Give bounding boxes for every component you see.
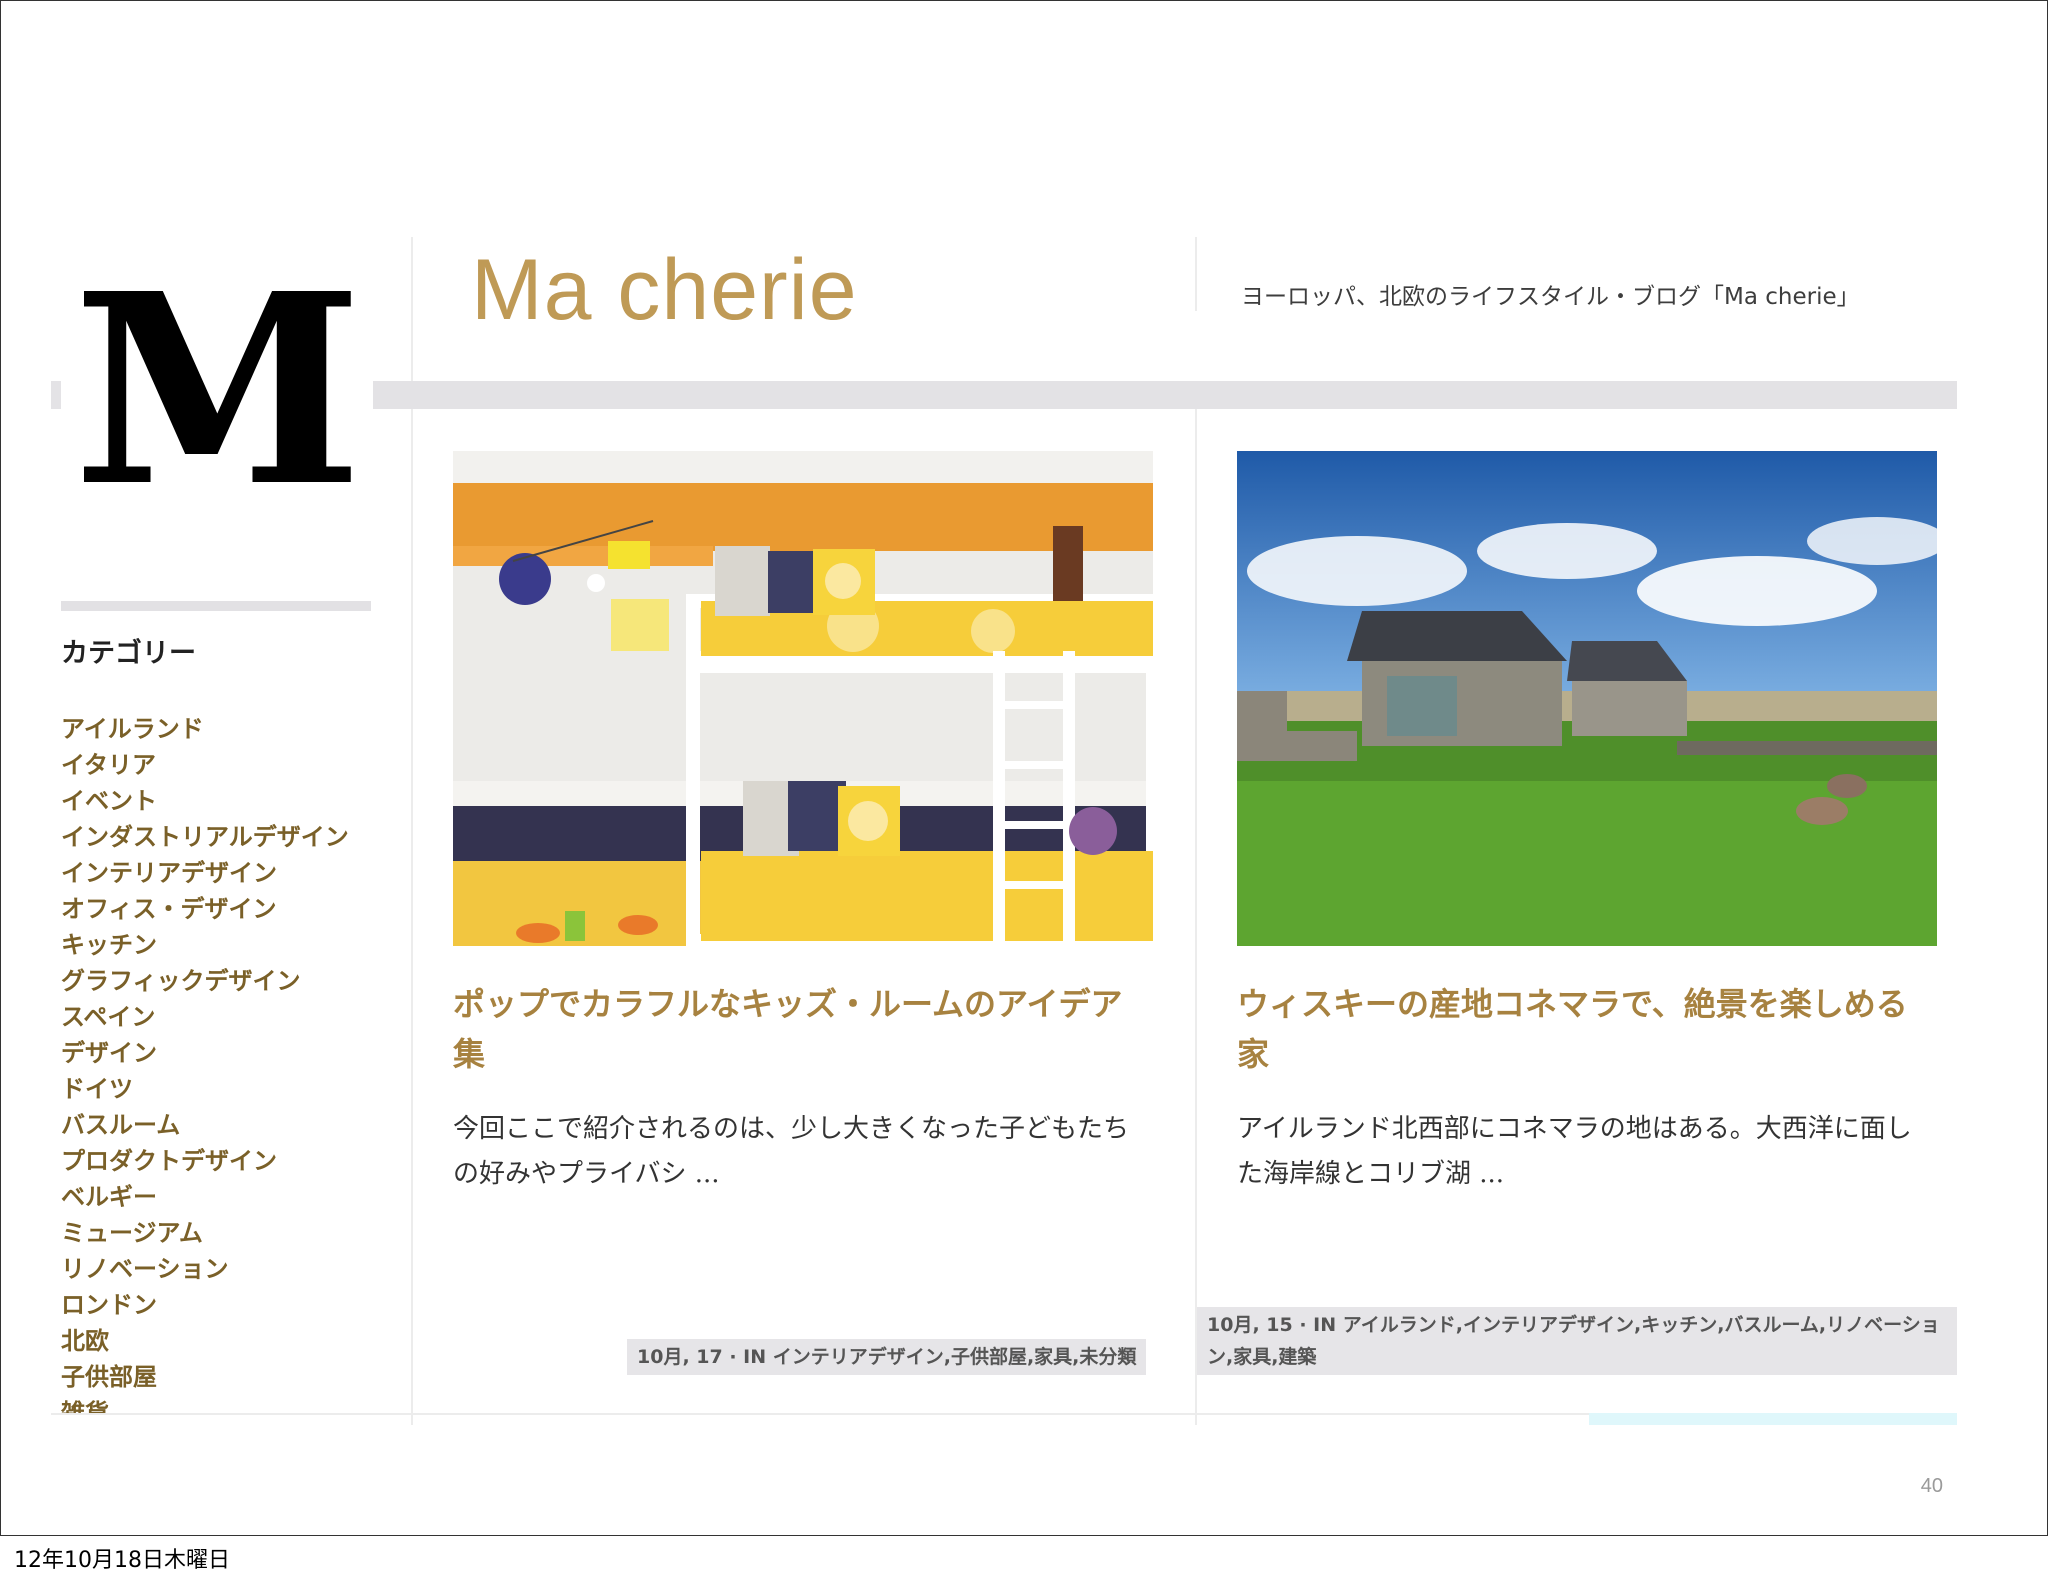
site-tagline: ヨーロッパ、北欧のライフスタイル・ブログ「Ma cherie」: [1241, 284, 1860, 310]
category-link[interactable]: スペイン: [61, 999, 401, 1035]
post-excerpt: 今回ここで紹介されるのは、少し大きくなった子どもたちの好みやプライバシ ...: [453, 1114, 1130, 1189]
footer-date: 12年10月18日木曜日: [14, 1548, 230, 1573]
post-image[interactable]: [453, 451, 1153, 946]
category-link[interactable]: ミュージアム: [61, 1215, 401, 1251]
kids-room-image: [453, 451, 1153, 946]
post-excerpt: アイルランド北西部にコネマラの地はある。大西洋に面した海岸線とコリブ湖 ...: [1237, 1114, 1912, 1189]
header-bar: [373, 381, 1957, 409]
column-divider: [411, 237, 413, 1425]
category-link[interactable]: リノベーション: [61, 1251, 401, 1287]
category-link[interactable]: オフィス・デザイン: [61, 891, 401, 927]
connemara-house-image: [1237, 451, 1937, 946]
category-list: アイルランド イタリア イベント インダストリアルデザイン インテリアデザイン …: [61, 711, 401, 1413]
logo-decoration: [51, 381, 61, 409]
bottom-accent-bar: [1589, 1413, 1957, 1425]
category-link[interactable]: キッチン: [61, 927, 401, 963]
sidebar-divider: [61, 601, 371, 611]
category-link[interactable]: ドイツ: [61, 1071, 401, 1107]
post-title[interactable]: ウィスキーの産地コネマラで、絶景を楽しめる家: [1237, 979, 1937, 1079]
column-divider: [1195, 409, 1197, 1425]
blog-logo[interactable]: M: [73, 259, 363, 521]
category-link[interactable]: 子供部屋: [61, 1359, 401, 1395]
category-link[interactable]: ベルギー: [61, 1179, 401, 1215]
category-link[interactable]: 北欧: [61, 1323, 401, 1359]
category-link[interactable]: デザイン: [61, 1035, 401, 1071]
category-link[interactable]: インダストリアルデザイン: [61, 819, 401, 855]
post-meta: 10月, 15 · IN アイルランド,インテリアデザイン,キッチン,バスルーム…: [1197, 1307, 1957, 1375]
slide: M カテゴリー アイルランド イタリア イベント インダストリアルデザイン イン…: [0, 0, 2048, 1536]
category-link[interactable]: イタリア: [61, 747, 401, 783]
site-title[interactable]: Ma cherie: [471, 241, 858, 340]
post-meta: 10月, 17 · IN インテリアデザイン,子供部屋,家具,未分類: [627, 1339, 1147, 1375]
header-divider: [1195, 237, 1197, 311]
category-link[interactable]: グラフィックデザイン: [61, 963, 401, 999]
category-link[interactable]: 雑貨: [61, 1395, 401, 1413]
post-image[interactable]: [1237, 451, 1937, 946]
page-number: 40: [1920, 1475, 1943, 1497]
category-link[interactable]: ロンドン: [61, 1287, 401, 1323]
category-link[interactable]: バスルーム: [61, 1107, 401, 1143]
category-link[interactable]: プロダクトデザイン: [61, 1143, 401, 1179]
category-heading: カテゴリー: [61, 638, 196, 669]
post-title[interactable]: ポップでカラフルなキッズ・ルームのアイデア集: [453, 979, 1153, 1079]
category-link[interactable]: インテリアデザイン: [61, 855, 401, 891]
category-link[interactable]: アイルランド: [61, 711, 401, 747]
category-link[interactable]: イベント: [61, 783, 401, 819]
